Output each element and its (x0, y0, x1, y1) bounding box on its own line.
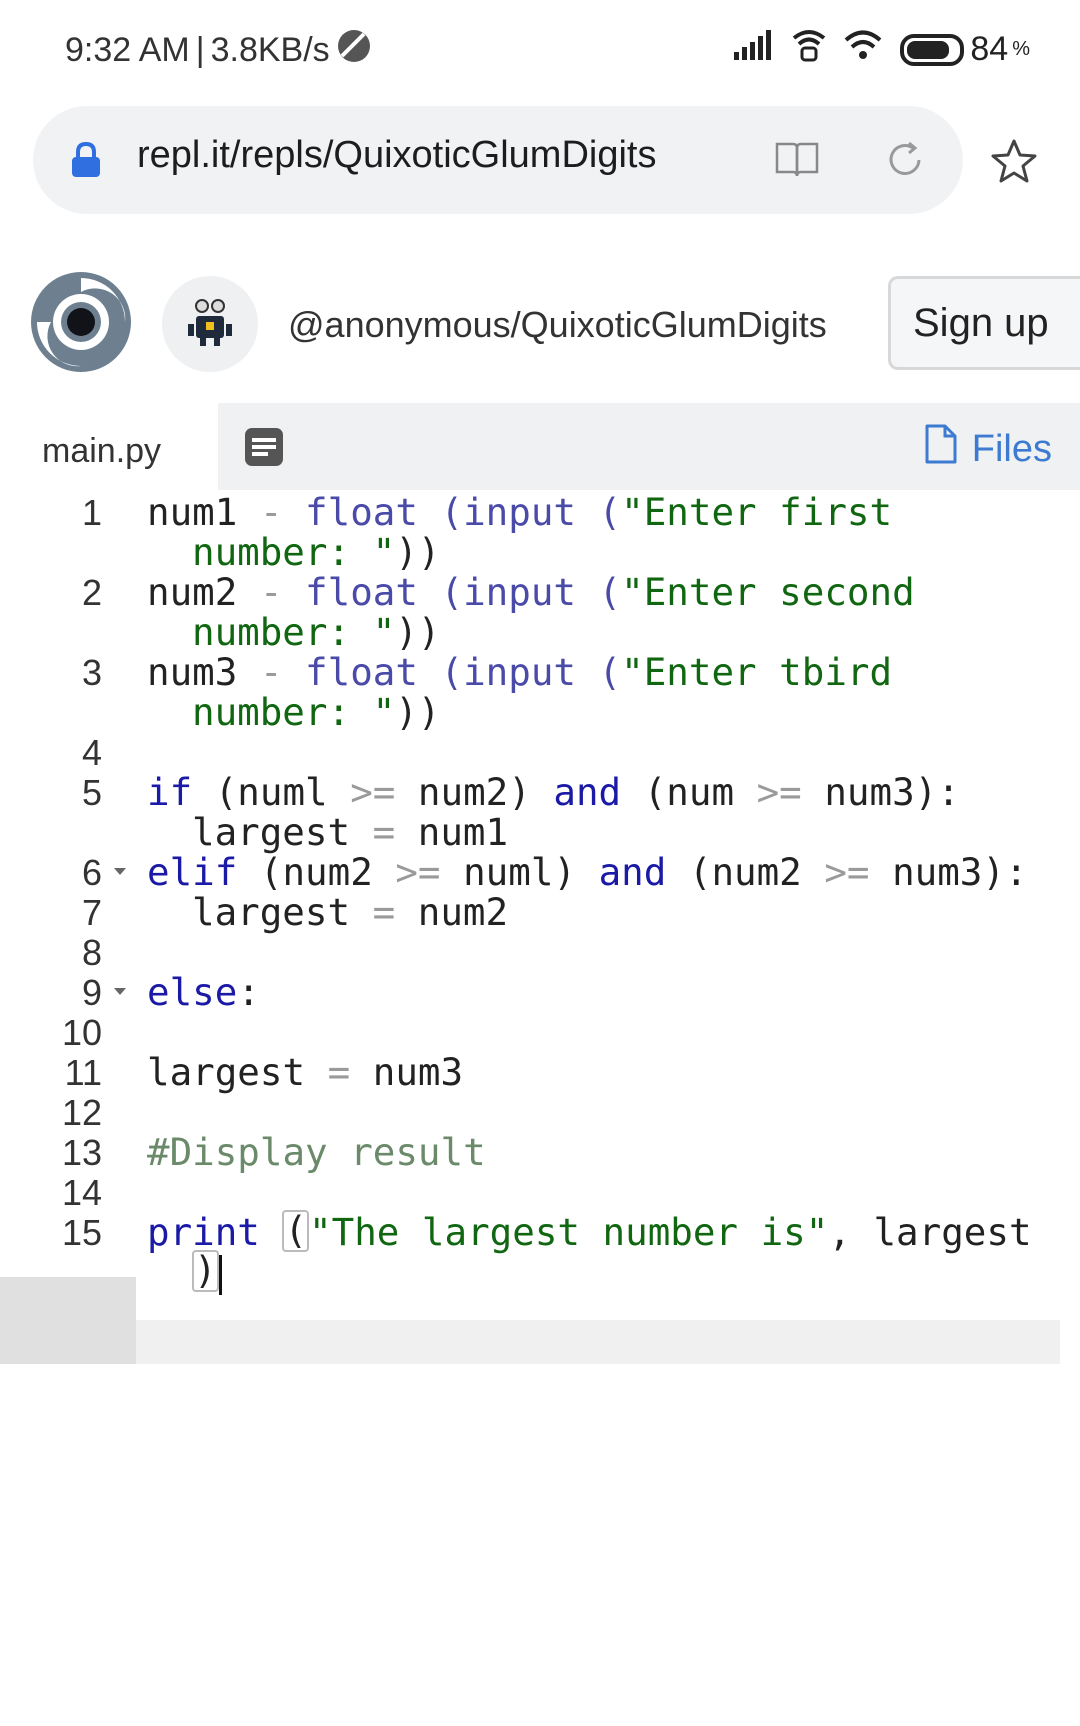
code-text[interactable]: num3 - float (input ("Enter tbird (147, 650, 892, 694)
signup-button[interactable]: Sign up (888, 276, 1080, 370)
battery-level: 84 (970, 30, 1009, 68)
lock-icon[interactable] (71, 141, 101, 182)
line-number: 5 (81, 772, 102, 813)
tab-main-py[interactable]: main.py (0, 403, 218, 490)
code-text[interactable]: number: ")) (192, 530, 440, 574)
code-text[interactable]: if (numl >= num2) and (num >= num3): (147, 770, 960, 814)
wifi-calling-icon (792, 28, 826, 71)
tab-strip: Files (218, 403, 1080, 490)
code-text[interactable]: largest = num3 (147, 1050, 463, 1094)
text-cursor (218, 1254, 222, 1295)
code-text[interactable]: ) (192, 1250, 222, 1295)
status-right: 84% (734, 28, 1030, 71)
line-number: 6 (81, 852, 102, 893)
reader-mode-icon[interactable] (775, 140, 819, 182)
code-line-wrap: ) (0, 1250, 1080, 1295)
file-icon (924, 423, 958, 475)
code-text[interactable]: else: (147, 970, 260, 1014)
status-time: 9:32 AM (65, 31, 190, 69)
code-line: 13 #Display result (0, 1130, 1080, 1174)
address-bar[interactable]: repl.it/repls/QuixoticGlumDigits (33, 106, 963, 214)
matched-bracket: ) (192, 1248, 219, 1292)
line-number: 8 (81, 932, 102, 973)
files-label: Files (971, 427, 1052, 470)
code-line: 6 elif (num2 >= numl) and (num2 >= num3)… (0, 850, 1080, 894)
reload-icon[interactable] (885, 140, 925, 184)
status-bar: 9:32 AM | 3.8KB/s 84 % (0, 0, 1080, 100)
code-line: 4 (0, 730, 1080, 774)
fold-toggle-icon[interactable] (114, 868, 126, 875)
code-line: 7 largest = num2 (0, 890, 1080, 934)
fold-toggle-icon[interactable] (114, 988, 126, 995)
files-button[interactable]: Files (924, 423, 1052, 475)
line-number: 9 (81, 972, 102, 1013)
file-tab-row: main.py Files (0, 403, 1080, 490)
line-number: 4 (81, 732, 102, 773)
network-speed: 3.8KB/s (210, 31, 330, 69)
matched-bracket: ( (282, 1208, 310, 1252)
code-line-active: 15 print ("The largest number is", large… (0, 1210, 1080, 1254)
battery-unit: % (1012, 38, 1030, 60)
code-line: 5 if (numl >= num2) and (num >= num3): (0, 770, 1080, 814)
code-text[interactable]: number: ")) (192, 610, 440, 654)
signal-icon (734, 30, 774, 69)
bookmark-star-icon[interactable] (990, 138, 1038, 188)
line-number: 12 (61, 1092, 102, 1133)
code-line: 14 (0, 1170, 1080, 1214)
line-number: 1 (81, 492, 102, 533)
code-line: 10 (0, 1010, 1080, 1054)
code-line: 11 largest = num3 (0, 1050, 1080, 1094)
line-number: 3 (81, 652, 102, 693)
wifi-icon (844, 29, 882, 70)
battery-indicator: 84% (900, 30, 1030, 69)
line-number: 2 (81, 572, 102, 613)
url-text[interactable]: repl.it/repls/QuixoticGlumDigits (137, 134, 757, 177)
code-line: 2 num2 - float (input ("Enter second (0, 570, 1080, 614)
code-text[interactable]: print ("The largest number is", largest (147, 1210, 1032, 1254)
code-line-wrap: number: ")) (0, 610, 1080, 654)
line-number: 13 (61, 1132, 102, 1173)
battery-icon (900, 33, 965, 66)
avatar[interactable] (162, 276, 258, 372)
line-number: 7 (81, 892, 102, 933)
code-line-wrap: largest = num1 (0, 810, 1080, 854)
line-number: 10 (61, 1012, 102, 1053)
status-separator: | (195, 31, 205, 69)
code-line: 9 else: (0, 970, 1080, 1014)
console-icon[interactable] (244, 427, 284, 471)
code-line: 8 (0, 930, 1080, 974)
code-text[interactable]: largest = num2 (192, 890, 508, 934)
code-line: 3 num3 - float (input ("Enter tbird (0, 650, 1080, 694)
code-text[interactable]: num1 - float (input ("Enter first (147, 490, 892, 534)
robot-avatar (188, 299, 232, 346)
data-saver-icon (336, 28, 372, 73)
code-text[interactable]: elif (num2 >= numl) and (num2 >= num3): (147, 850, 1028, 894)
code-editor[interactable]: 1 num1 - float (input ("Enter first numb… (0, 490, 1080, 1350)
line-number: 11 (64, 1052, 102, 1093)
code-text[interactable]: largest = num1 (192, 810, 508, 854)
line-number: 14 (61, 1172, 102, 1213)
code-line-wrap: number: ")) (0, 690, 1080, 734)
code-text[interactable]: num2 - float (input ("Enter second (147, 570, 915, 614)
code-comment[interactable]: #Display result (147, 1130, 486, 1174)
line-number: 15 (61, 1212, 102, 1253)
code-line: 12 (0, 1090, 1080, 1134)
replit-logo[interactable] (27, 268, 135, 380)
status-left: 9:32 AM | 3.8KB/s (65, 28, 372, 73)
repl-path[interactable]: @anonymous/QuixoticGlumDigits (288, 304, 827, 346)
code-text[interactable]: number: ")) (192, 690, 440, 734)
code-line-wrap: number: ")) (0, 530, 1080, 574)
code-line: 1 num1 - float (input ("Enter first (0, 490, 1080, 534)
